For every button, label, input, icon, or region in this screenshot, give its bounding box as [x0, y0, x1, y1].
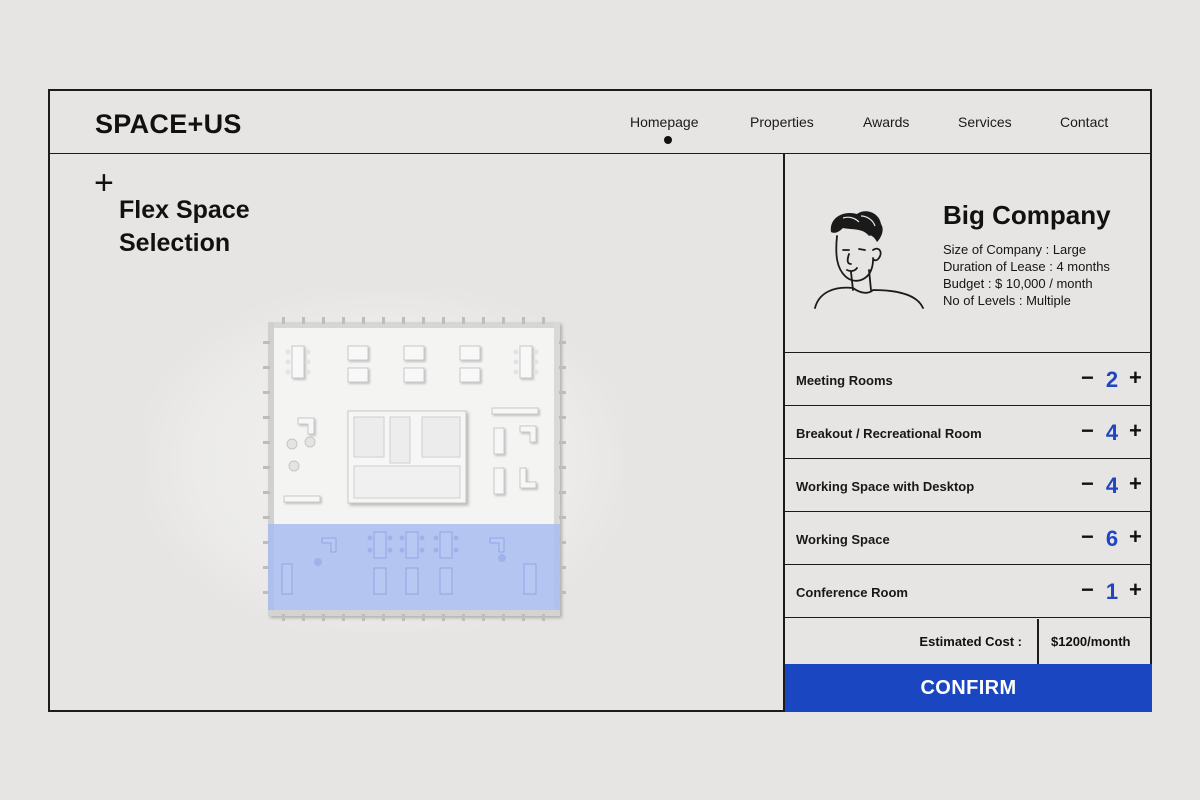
- room-count: 2: [1105, 367, 1119, 392]
- estimated-cost-label: Estimated Cost :: [919, 634, 1022, 649]
- increment-button[interactable]: +: [1129, 367, 1142, 389]
- detail-budget: Budget : $ 10,000 / month: [943, 276, 1093, 291]
- floor-plan-icon[interactable]: [262, 316, 567, 622]
- page-title-line-2: Selection: [119, 229, 231, 257]
- nav-services[interactable]: Services: [958, 114, 1012, 130]
- estimated-cost-row: Estimated Cost : $1200/month: [785, 619, 1150, 664]
- increment-button[interactable]: +: [1129, 473, 1142, 495]
- detail-levels: No of Levels : Multiple: [943, 293, 1071, 308]
- page-title-line-1: Flex Space: [119, 196, 250, 224]
- estimated-cost-value: $1200/month: [1051, 634, 1131, 649]
- company-profile: Big Company Size of Company : Large Dura…: [785, 154, 1150, 353]
- room-count: 1: [1105, 579, 1119, 604]
- active-nav-indicator: [664, 136, 672, 144]
- room-row-meeting: Meeting Rooms − 2 +: [785, 353, 1150, 406]
- decrement-button[interactable]: −: [1081, 579, 1094, 601]
- header: SPACE+US Homepage Properties Awards Serv…: [50, 91, 1150, 154]
- page-title: Flex Space Selection: [119, 194, 250, 260]
- room-label: Working Space with Desktop: [796, 479, 975, 494]
- detail-size: Size of Company : Large: [943, 242, 1087, 257]
- plus-icon: +: [94, 164, 114, 202]
- room-row-conference: Conference Room − 1 +: [785, 565, 1150, 618]
- detail-duration: Duration of Lease : 4 months: [943, 259, 1110, 274]
- confirm-button[interactable]: CONFIRM: [785, 664, 1152, 712]
- increment-button[interactable]: +: [1129, 420, 1142, 442]
- room-label: Working Space: [796, 532, 890, 547]
- nav-homepage[interactable]: Homepage: [630, 114, 699, 130]
- decrement-button[interactable]: −: [1081, 473, 1094, 495]
- person-avatar-icon: [814, 211, 924, 309]
- room-label: Breakout / Recreational Room: [796, 426, 982, 441]
- floor-plan-panel: + Flex Space Selection: [50, 154, 783, 710]
- decrement-button[interactable]: −: [1081, 420, 1094, 442]
- company-details: Size of Company : Large Duration of Leas…: [943, 241, 1110, 309]
- nav-properties[interactable]: Properties: [750, 114, 814, 130]
- nav-contact[interactable]: Contact: [1060, 114, 1108, 130]
- cost-divider: [1037, 619, 1039, 664]
- room-row-working-space: Working Space − 6 +: [785, 512, 1150, 565]
- room-count: 4: [1105, 420, 1119, 445]
- app-frame: SPACE+US Homepage Properties Awards Serv…: [48, 89, 1152, 712]
- decrement-button[interactable]: −: [1081, 367, 1094, 389]
- room-row-working-desktop: Working Space with Desktop − 4 +: [785, 459, 1150, 512]
- increment-button[interactable]: +: [1129, 579, 1142, 601]
- decrement-button[interactable]: −: [1081, 526, 1094, 548]
- company-name: Big Company: [943, 200, 1111, 230]
- increment-button[interactable]: +: [1129, 526, 1142, 548]
- room-count: 4: [1105, 473, 1119, 498]
- room-row-breakout: Breakout / Recreational Room − 4 +: [785, 406, 1150, 459]
- room-label: Meeting Rooms: [796, 373, 893, 388]
- selection-panel: Big Company Size of Company : Large Dura…: [785, 154, 1152, 712]
- room-label: Conference Room: [796, 585, 908, 600]
- floor-plan-area: [145, 289, 625, 634]
- room-count: 6: [1105, 526, 1119, 551]
- nav-awards[interactable]: Awards: [863, 114, 909, 130]
- logo[interactable]: SPACE+US: [95, 109, 242, 140]
